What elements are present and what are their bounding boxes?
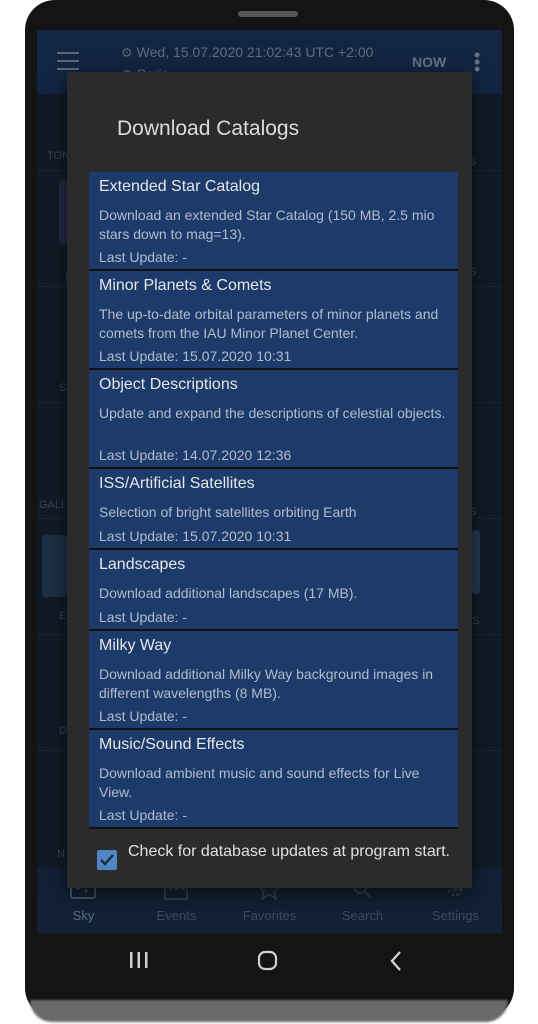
- checkmark-icon: [100, 854, 114, 866]
- catalog-description: Download ambient music and sound effects…: [99, 765, 420, 800]
- earpiece-speaker: [238, 11, 298, 17]
- catalog-title: Landscapes: [99, 556, 186, 573]
- download-catalogs-dialog: Download Catalogs Extended Star Catalog …: [67, 72, 472, 888]
- catalog-last-update: Last Update: 14.07.2020 12:36: [99, 447, 292, 463]
- catalog-description: Download additional landscapes (17 MB).: [99, 585, 358, 601]
- catalog-item-minor-planets-comets[interactable]: Minor Planets & Comets The up-to-date or…: [89, 271, 458, 370]
- catalog-last-update: Last Update: -: [99, 249, 187, 265]
- catalog-title: Milky Way: [99, 637, 172, 654]
- dialog-title: Download Catalogs: [117, 117, 300, 140]
- catalog-last-update: Last Update: -: [99, 708, 187, 724]
- android-navigation-bar: [37, 933, 502, 988]
- catalog-title: Minor Planets & Comets: [99, 277, 272, 294]
- home-icon[interactable]: [257, 950, 279, 972]
- check-updates-option[interactable]: Check for database updates at program st…: [97, 842, 457, 886]
- catalog-description: Selection of bright satellites orbiting …: [99, 504, 357, 520]
- catalog-last-update: Last Update: 15.07.2020 10:31: [99, 348, 292, 364]
- catalog-last-update: Last Update: -: [99, 609, 187, 625]
- check-updates-checkbox[interactable]: [97, 850, 117, 870]
- catalog-item-iss-satellites[interactable]: ISS/Artificial Satellites Selection of b…: [89, 469, 458, 550]
- catalog-title: Object Descriptions: [99, 376, 238, 393]
- back-icon[interactable]: [389, 950, 403, 972]
- catalog-item-extended-star-catalog[interactable]: Extended Star Catalog Download an extend…: [89, 172, 458, 271]
- catalog-description: Download additional Milky Way background…: [99, 666, 434, 701]
- catalog-last-update: Last Update: -: [99, 807, 187, 823]
- recent-apps-icon[interactable]: [129, 951, 149, 969]
- catalog-item-music-sound-effects[interactable]: Music/Sound Effects Download ambient mus…: [89, 730, 458, 829]
- catalog-description: Update and expand the descriptions of ce…: [99, 405, 446, 421]
- catalog-description: Download an extended Star Catalog (150 M…: [99, 207, 435, 242]
- catalog-item-landscapes[interactable]: Landscapes Download additional landscape…: [89, 550, 458, 631]
- catalog-title: ISS/Artificial Satellites: [99, 475, 255, 492]
- catalog-title: Extended Star Catalog: [99, 178, 260, 195]
- catalog-title: Music/Sound Effects: [99, 736, 245, 753]
- phone-shadow: [30, 1000, 508, 1022]
- catalog-item-object-descriptions[interactable]: Object Descriptions Update and expand th…: [89, 370, 458, 469]
- catalog-item-milky-way[interactable]: Milky Way Download additional Milky Way …: [89, 631, 458, 730]
- catalog-last-update: Last Update: 15.07.2020 10:31: [99, 528, 292, 544]
- check-updates-label: Check for database updates at program st…: [128, 843, 450, 860]
- catalog-description: The up-to-date orbital parameters of min…: [99, 306, 439, 341]
